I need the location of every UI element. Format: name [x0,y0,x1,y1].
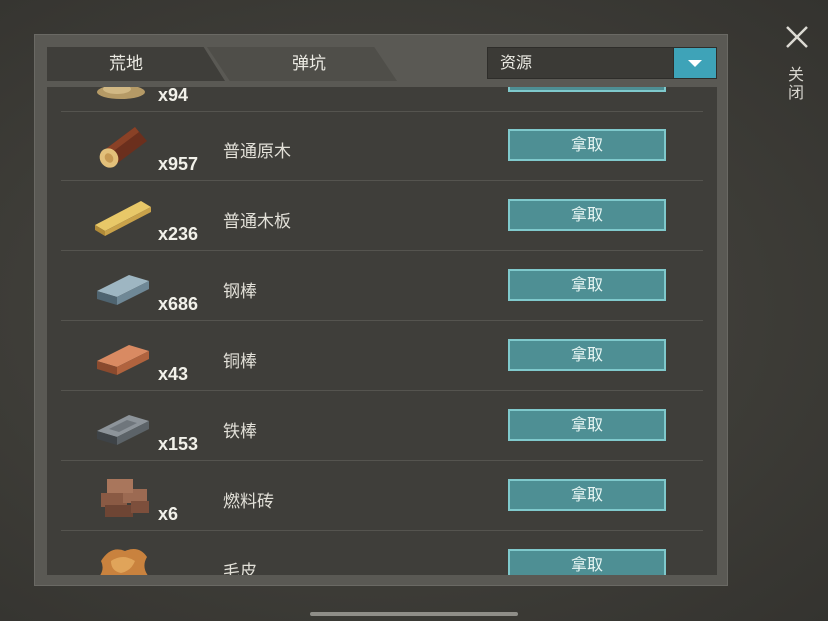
list-item: 毛皮 拿取 [61,531,703,575]
item-quantity: x43 [158,364,189,384]
home-indicator[interactable] [310,612,518,616]
take-button-label: 拿取 [570,555,603,574]
take-button[interactable]: 拿取 [508,549,666,575]
item-list[interactable]: x94 拿取 x957 普通原木 拿取 x236 普通木板 拿取 [47,87,717,575]
take-button-label: 拿取 [570,345,603,364]
iron-bar-icon [97,415,149,445]
item-name: 普通原木 [223,142,291,162]
list-item: x153 铁棒 拿取 [61,391,703,461]
take-button-label: 拿取 [570,275,603,294]
chevron-down-icon [688,60,702,67]
list-item: x957 普通原木 拿取 [61,111,703,181]
take-button[interactable]: 拿取 [508,339,666,371]
tab-bar: 弹坑 荒地 [47,47,407,81]
item-name: 毛皮 [223,562,257,575]
item-name: 钢棒 [223,282,257,302]
take-button[interactable]: 拿取 [508,87,666,92]
take-button[interactable]: 拿取 [508,129,666,161]
category-selected: 资源 [500,53,533,72]
take-button[interactable]: 拿取 [508,199,666,231]
take-button-label: 拿取 [570,485,603,504]
list-item: x236 普通木板 拿取 [61,181,703,251]
item-name: 普通木板 [223,212,291,232]
take-button[interactable]: 拿取 [508,269,666,301]
loot-panel: 弹坑 荒地 资源 x94 拿取 x957 普通原木 [34,34,728,586]
list-item: x94 拿取 [61,87,703,112]
dropdown-toggle-button[interactable] [673,48,716,78]
item-name: 铁棒 [223,422,257,442]
tab-wasteland[interactable]: 荒地 [47,47,225,81]
take-button[interactable]: 拿取 [508,479,666,511]
tab-crater[interactable]: 弹坑 [207,47,397,81]
fur-icon [100,549,148,575]
take-button-label: 拿取 [570,415,603,434]
list-item: x686 钢棒 拿取 [61,251,703,321]
item-quantity: x686 [158,294,199,314]
take-button-label: 拿取 [570,205,603,224]
close-button[interactable] [782,22,812,52]
item-quantity: x6 [158,504,179,524]
item-quantity: x236 [158,224,199,244]
take-button-label: 拿取 [570,135,603,154]
list-item: x43 铜棒 拿取 [61,321,703,391]
item-quantity: x153 [158,434,199,454]
item-quantity: x94 [158,87,189,105]
category-dropdown[interactable]: 资源 [487,47,717,79]
item-name: 铜棒 [223,352,257,372]
tab-crater-label: 弹坑 [292,54,326,74]
item-quantity: x957 [158,154,199,174]
copper-bar-icon [97,345,149,375]
close-label[interactable]: 关闭 [785,66,806,102]
list-item: x6 燃料砖 拿取 [61,461,703,531]
close-icon [786,26,808,48]
plank-icon [95,201,151,236]
item-name: 燃料砖 [223,492,274,512]
log-icon [99,127,147,168]
sawdust-icon [97,87,145,99]
steel-bar-icon [97,275,149,305]
fuel-brick-icon [101,479,149,517]
tab-wasteland-label: 荒地 [109,54,143,74]
take-button[interactable]: 拿取 [508,409,666,441]
